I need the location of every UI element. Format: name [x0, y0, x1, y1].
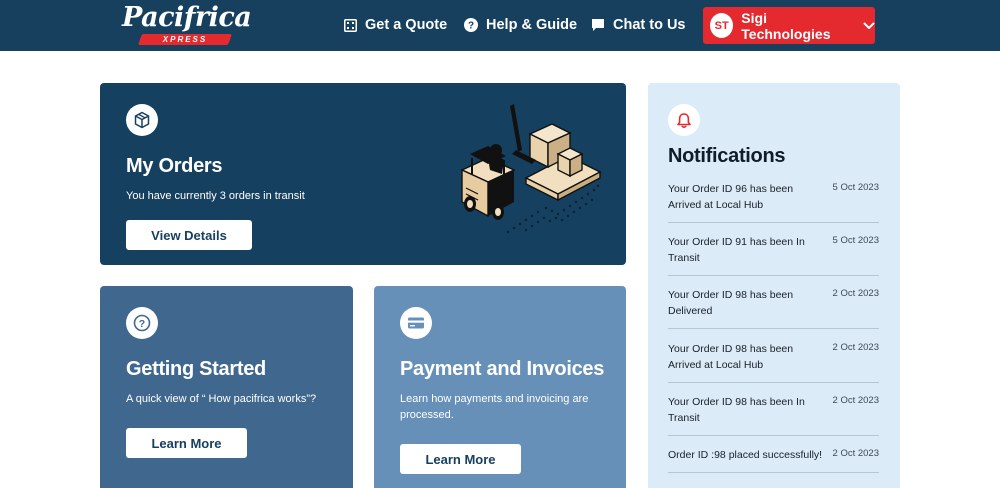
chat-bubble-icon [591, 18, 605, 32]
top-navbar: Pacifrica XPRESS Get a Quote ? Help & Gu… [0, 0, 1000, 51]
my-orders-title: My Orders [126, 155, 223, 177]
notification-date: 2 Oct 2023 [832, 288, 879, 299]
pacifrica-logo[interactable]: Pacifrica XPRESS [122, 3, 252, 47]
notification-item[interactable]: Your Order ID 91 has been In Transit 5 O… [668, 234, 879, 276]
logo-wordmark: Pacifrica [122, 2, 252, 33]
notification-item[interactable]: Your Order ID 96 has been Arrived at Loc… [668, 181, 879, 223]
notification-date: 2 Oct 2023 [832, 342, 879, 353]
notification-text: Order ID :98 placed successfully! [668, 449, 823, 461]
question-circle-icon: ? [464, 18, 478, 32]
getting-started-description: A quick view of “ How pacifrica works”? [126, 393, 317, 405]
bell-icon [668, 104, 700, 136]
avatar: ST [710, 13, 734, 38]
notification-date: 2 Oct 2023 [832, 395, 879, 406]
nav-help-guide-label: Help & Guide [486, 17, 578, 33]
getting-started-learn-more-button[interactable]: Learn More [126, 428, 247, 458]
chevron-down-icon [863, 20, 875, 32]
payment-invoices-description: Learn how payments and invoicing are pro… [400, 393, 589, 421]
notification-date: 5 Oct 2023 [832, 235, 879, 246]
view-details-button[interactable]: View Details [126, 220, 252, 250]
notification-text: Your Order ID 98 has been In Transit [668, 396, 805, 424]
payment-invoices-card: Payment and Invoices Learn how payments … [374, 286, 626, 488]
box-icon [126, 104, 158, 136]
logo-tagline: XPRESS [162, 35, 208, 44]
notification-item[interactable]: Order ID :98 placed successfully! 2 Oct … [668, 447, 879, 473]
svg-text:?: ? [139, 318, 145, 330]
notification-date: 5 Oct 2023 [832, 182, 879, 193]
nav-get-a-quote-label: Get a Quote [365, 17, 448, 33]
notification-text: Your Order ID 98 has been Delivered [668, 289, 794, 317]
notifications-title: Notifications [668, 145, 786, 167]
notification-date: 2 Oct 2023 [832, 448, 879, 459]
logo-tagline-bar: XPRESS [137, 34, 233, 45]
calculator-icon [343, 18, 357, 32]
svg-text:?: ? [468, 21, 474, 32]
question-icon: ? [126, 307, 158, 339]
notification-item[interactable]: Your Order ID 98 has been Delivered 2 Oc… [668, 287, 879, 329]
notification-item[interactable]: Your Order ID 98 has been In Transit 2 O… [668, 394, 879, 436]
nav-help-guide[interactable]: ? Help & Guide [464, 15, 577, 35]
notification-text: Your Order ID 98 has been Arrived at Loc… [668, 343, 794, 371]
account-menu-button[interactable]: ST Sigi Technologies [703, 7, 875, 44]
notifications-panel: Notifications Your Order ID 96 has been … [648, 83, 900, 488]
getting-started-title: Getting Started [126, 358, 266, 380]
forklift-illustration [460, 104, 602, 234]
payments-learn-more-button[interactable]: Learn More [400, 444, 521, 474]
notification-text: Your Order ID 91 has been In Transit [668, 236, 805, 264]
credit-card-icon [400, 307, 432, 339]
getting-started-card: ? Getting Started A quick view of “ How … [100, 286, 353, 488]
my-orders-description: You have currently 3 orders in transit [126, 190, 305, 202]
nav-chat-to-us-label: Chat to Us [613, 17, 686, 33]
payment-invoices-title: Payment and Invoices [400, 358, 605, 380]
notification-item[interactable]: Your Order ID 98 has been Arrived at Loc… [668, 341, 879, 383]
nav-get-a-quote[interactable]: Get a Quote [343, 15, 447, 35]
notification-text: Your Order ID 96 has been Arrived at Loc… [668, 183, 794, 211]
account-name: Sigi Technologies [741, 9, 831, 42]
nav-chat-to-us[interactable]: Chat to Us [591, 15, 686, 35]
